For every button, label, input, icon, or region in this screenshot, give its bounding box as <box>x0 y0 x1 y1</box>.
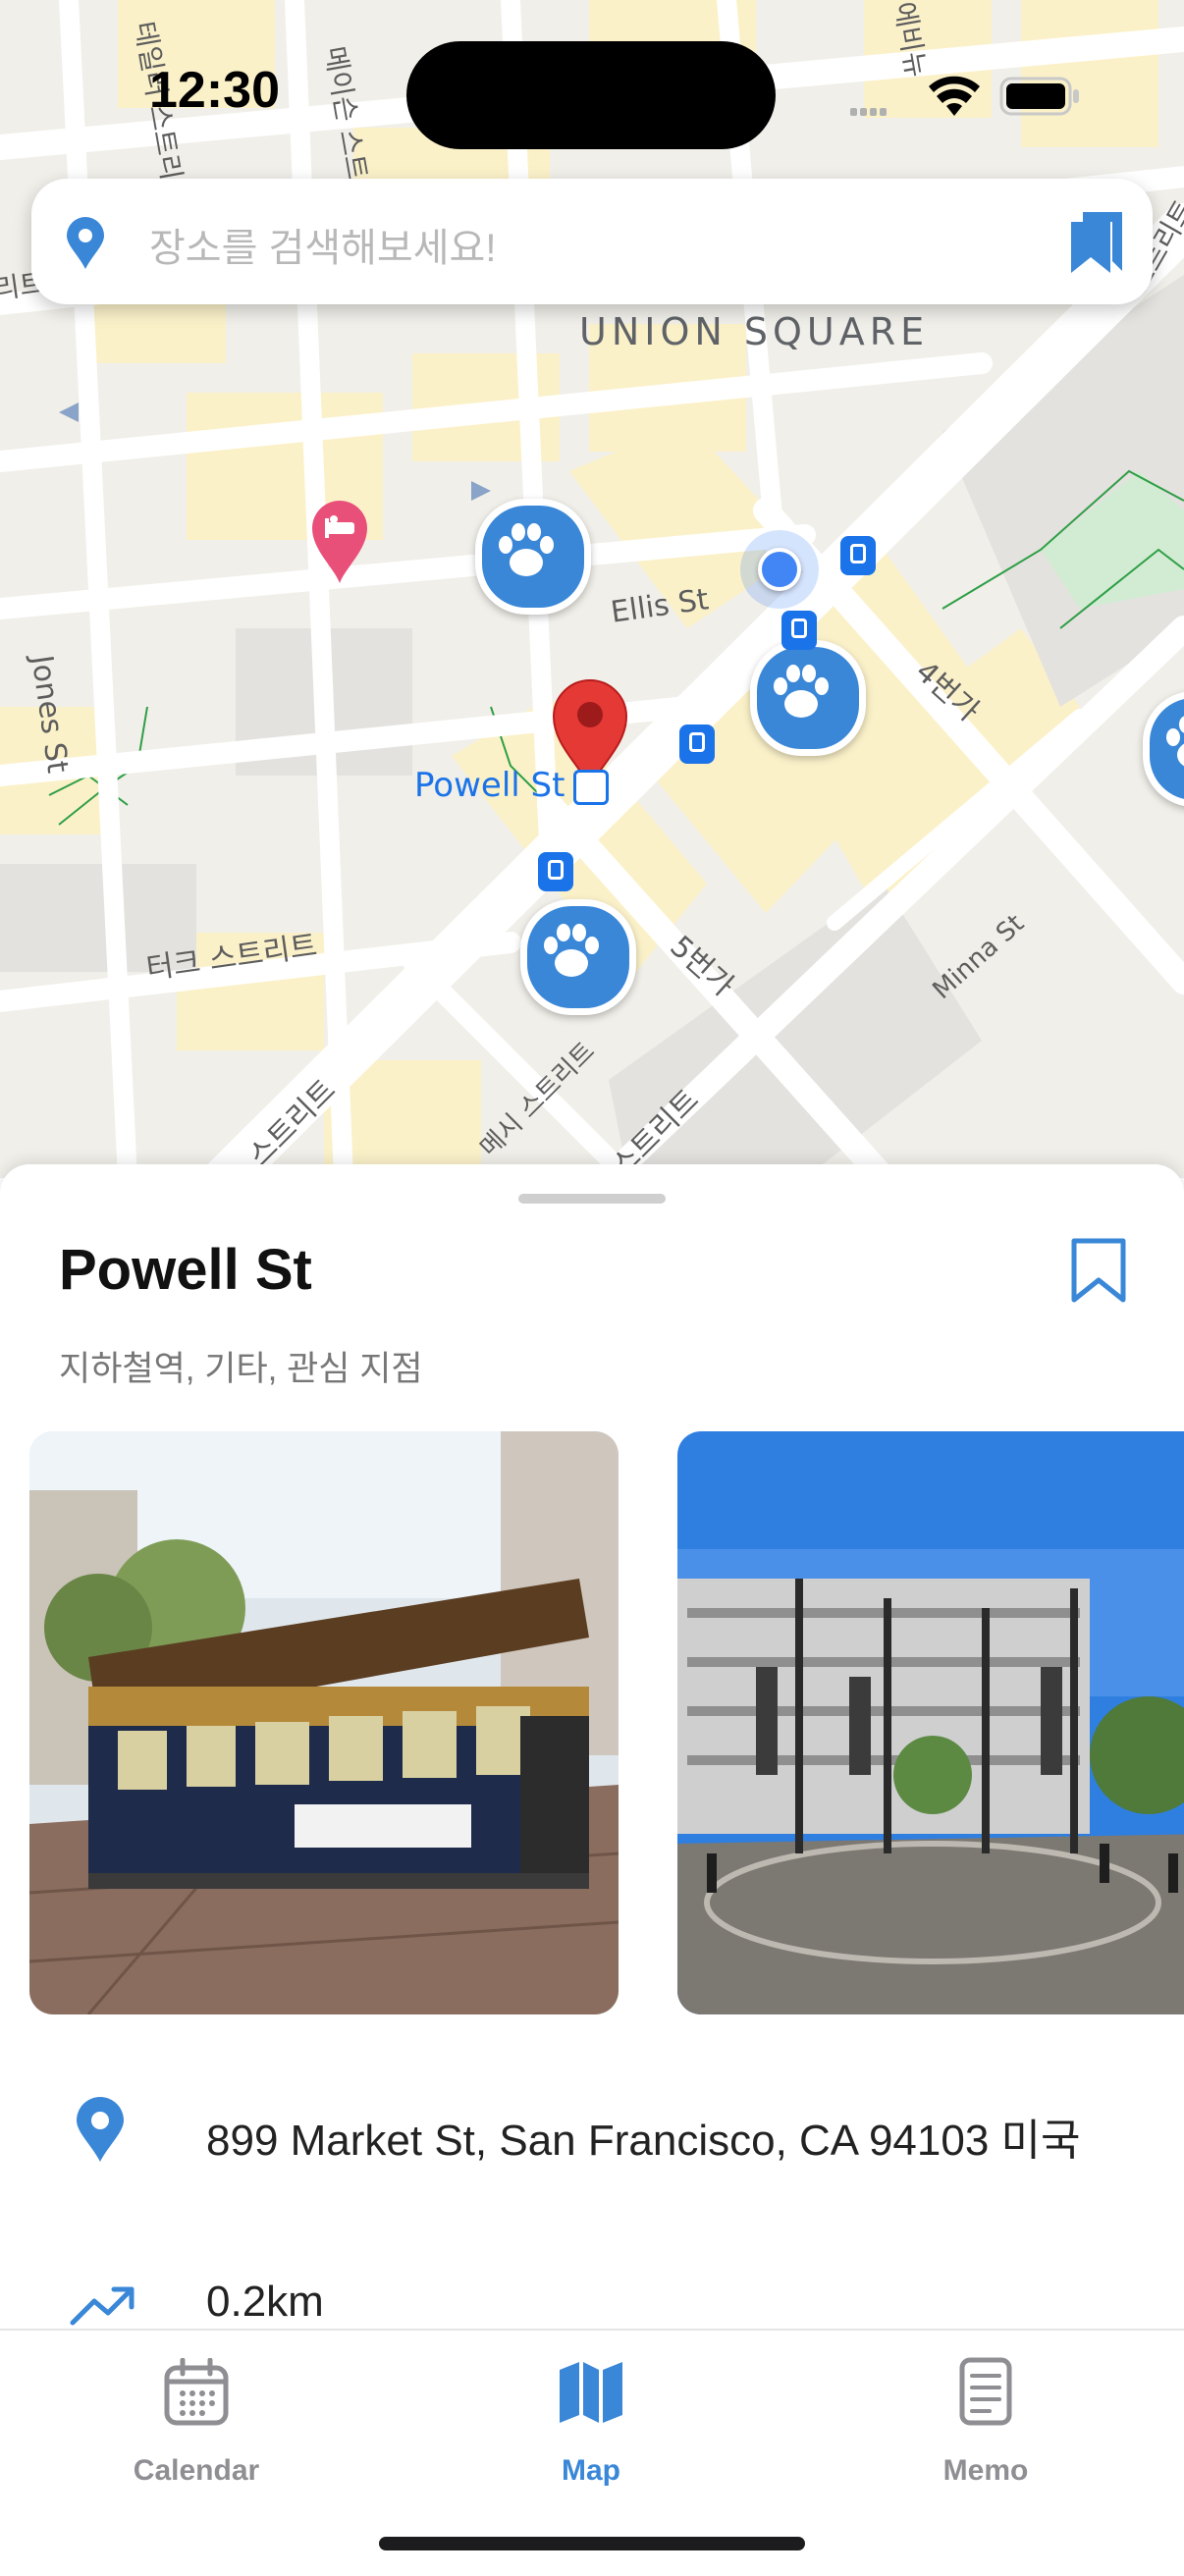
place-title: Powell St <box>59 1238 312 1302</box>
bookmark-icon[interactable] <box>1070 1237 1127 1304</box>
location-pin-icon <box>77 2097 124 2162</box>
trending-up-icon <box>70 2286 135 2326</box>
cable-car-photo <box>29 1431 619 2014</box>
pet-place-marker[interactable] <box>520 899 636 1015</box>
tab-calendar[interactable]: Calendar <box>98 2350 295 2488</box>
memo-icon <box>959 2357 1012 2426</box>
station-label[interactable]: Powell St <box>414 766 565 805</box>
home-indicator[interactable] <box>379 2537 805 2550</box>
paw-icon <box>544 924 599 977</box>
pet-place-marker[interactable] <box>475 499 591 615</box>
status-time: 12:30 <box>149 62 280 119</box>
paw-icon <box>1166 716 1184 767</box>
map-view[interactable]: UNION SQUARE Ellis St Jones St 터크 스트리트 4… <box>0 0 1184 1178</box>
calendar-icon <box>164 2358 229 2426</box>
pet-place-marker[interactable] <box>750 640 866 756</box>
hotel-marker[interactable] <box>310 499 369 585</box>
hotel-icon <box>312 501 367 583</box>
map-icon <box>560 2362 622 2423</box>
sheet-grabber[interactable] <box>518 1194 666 1204</box>
tab-label: Calendar <box>133 2454 260 2487</box>
bookmarks-icon[interactable] <box>1067 210 1126 275</box>
location-pin-icon <box>67 217 104 269</box>
place-photo[interactable] <box>29 1431 619 2014</box>
place-categories: 지하철역, 기타, 관심 지점 <box>59 1350 423 1388</box>
paw-icon <box>499 523 554 576</box>
place-photo[interactable] <box>677 1431 1184 2014</box>
search-bar[interactable]: 장소를 검색해보세요! <box>31 179 1153 304</box>
dynamic-island <box>406 41 776 149</box>
transit-icon[interactable] <box>840 536 876 575</box>
place-distance: 0.2km <box>206 2278 324 2326</box>
place-address: 899 Market St, San Francisco, CA 94103 미… <box>206 2117 1081 2165</box>
tab-label: Map <box>562 2454 620 2487</box>
search-input[interactable]: 장소를 검색해보세요! <box>149 216 496 273</box>
district-label: UNION SQUARE <box>579 310 930 353</box>
paw-icon <box>774 665 829 718</box>
current-location-dot[interactable] <box>758 548 801 591</box>
plaza-photo <box>677 1431 1184 2014</box>
tab-map[interactable]: Map <box>493 2350 689 2488</box>
transit-icon[interactable] <box>679 724 715 764</box>
transit-icon[interactable] <box>538 852 573 891</box>
station-icon <box>573 770 609 805</box>
tab-memo[interactable]: Memo <box>888 2350 1084 2488</box>
transit-icon[interactable] <box>781 611 817 650</box>
tab-label: Memo <box>942 2454 1029 2487</box>
